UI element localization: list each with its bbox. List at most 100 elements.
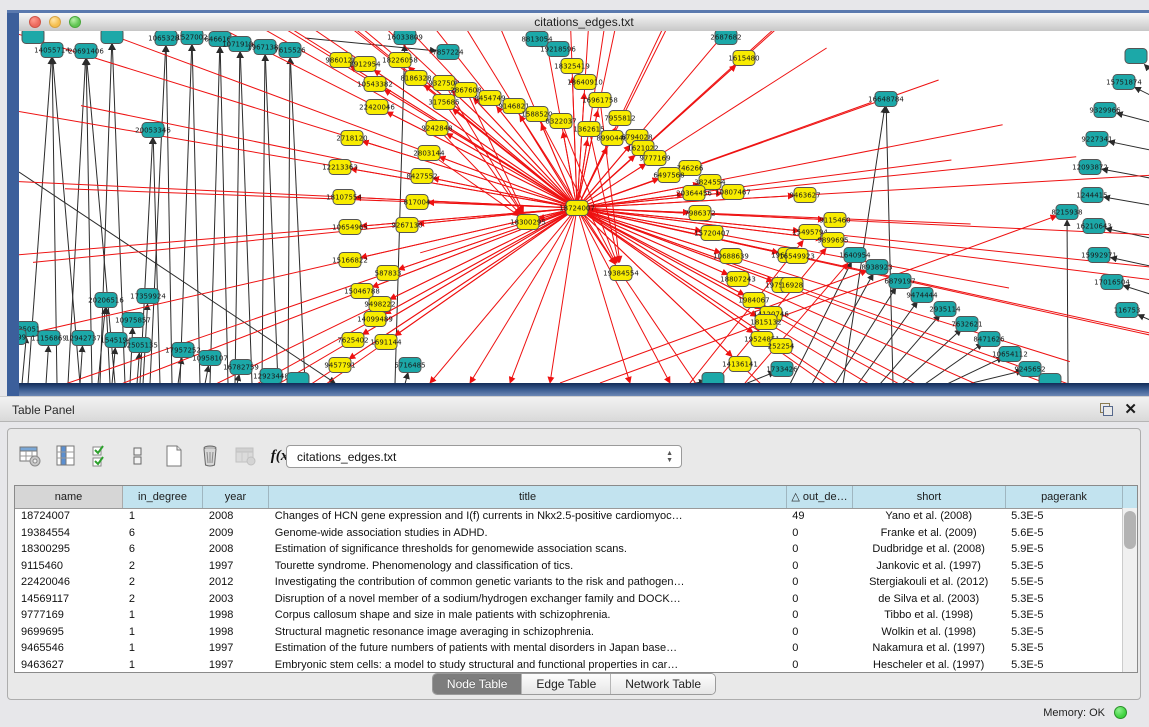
delete-table-button[interactable] [234,444,258,468]
memory-status-icon[interactable] [1114,706,1127,719]
graph-node-label: 7986372 [684,210,715,218]
graph-node-label: 17016504 [1094,279,1130,287]
table-row[interactable]: 977716911998Corpus callosum shape and si… [15,607,1122,624]
table-cell: 1997 [203,642,269,654]
table-cell: 1 [123,510,203,522]
table-cell: Wolkin et al. (1998) [852,626,1005,638]
table-row[interactable]: 1938455462009Genome-wide association stu… [15,525,1122,542]
table-options-button[interactable] [18,444,42,468]
table-row[interactable]: 911546021997Tourette syndrome. Phenomeno… [15,558,1122,575]
graph-node-label: 9115460 [819,217,850,225]
graph-node-label: 12942737 [65,335,101,343]
table-cell: 49 [786,510,852,522]
table-row[interactable]: 969969511998Structural magnetic resonanc… [15,624,1122,641]
graph-node-label: 10975857 [115,317,151,325]
column-header-short[interactable]: short [853,486,1006,508]
delete-column-button[interactable] [198,444,222,468]
graph-node-label: 1815132 [750,319,781,327]
graph-node-label: 16961758 [582,97,618,105]
table-panel-titlebar[interactable]: Table Panel ✕ [0,396,1149,422]
graph-node-label: 18226058 [382,57,418,65]
graph-node[interactable] [1039,374,1061,384]
column-header-out_de[interactable]: △ out_de… [787,486,853,508]
table-row[interactable]: 2242004622012Investigating the contribut… [15,574,1122,591]
network-canvas[interactable]: 1405571420691406106532871527002646616110… [19,31,1149,383]
table-cell: Disruption of a novel member of a sodium… [269,593,787,605]
selector-stepper-icon: ▲▼ [666,450,673,464]
graph-node-label: 9474444 [906,292,938,300]
table-row[interactable]: 946362711997Embryonic stem cells: a mode… [15,657,1122,674]
graph-node-label: 39199 [19,334,26,342]
column-header-year[interactable]: year [203,486,269,508]
graph-node-label: 12505135 [122,342,158,350]
table-cell: Investigating the contribution of common… [269,576,787,588]
table-cell: 5.3E-5 [1005,593,1122,605]
graph-node-label: 9146821 [498,103,529,111]
memory-status-label: Memory: OK [1043,707,1105,719]
window-frame-bottom [19,383,1149,396]
table-cell: Dudbridge et al. (2008) [852,543,1005,555]
table-row[interactable]: 946554611997Estimation of the future num… [15,640,1122,657]
table-cell: 1 [123,626,203,638]
table-row[interactable]: 1830029562008Estimation of significance … [15,541,1122,558]
table-cell: 1998 [203,609,269,621]
graph-node-label: 10807467 [715,189,751,197]
row-height-button[interactable] [126,444,150,468]
graph-node[interactable] [702,373,724,384]
tab-node-table[interactable]: Node Table [433,674,523,694]
graph-node[interactable] [287,373,309,384]
table-cell: Estimation of the future numbers of pati… [269,642,787,654]
table-scrollbar[interactable] [1122,508,1137,672]
table-cell: 6 [123,543,203,555]
graph-node-label: 15046788 [344,288,380,296]
graph-node-label: 5716485 [394,362,425,370]
table-cell: 5.3E-5 [1005,609,1122,621]
table-scrollbar-thumb[interactable] [1124,511,1136,549]
table-panel-title: Table Panel [12,403,75,417]
graph-node-label: 16210643 [1076,223,1112,231]
table-row[interactable]: 1456911722003Disruption of a novel membe… [15,591,1122,608]
select-rows-button[interactable] [90,444,114,468]
close-panel-icon[interactable]: ✕ [1124,400,1137,418]
network-table-selector[interactable]: citations_edges.txt ▲▼ [286,445,682,468]
new-column-button[interactable] [162,444,186,468]
column-header-in_degree[interactable]: in_degree [123,486,203,508]
graph-node-label: 9267130 [391,222,422,230]
graph-node-label: 6879197 [884,278,915,286]
table-cell: Stergiakouli et al. (2012) [852,576,1005,588]
graph-node-label: 12093872 [1072,164,1108,172]
table-cell: 5.3E-5 [1005,626,1122,638]
graph-node-label: 14136141 [722,361,758,369]
graph-node-label: 14055714 [34,47,70,55]
window-titlebar[interactable]: citations_edges.txt [19,13,1149,32]
graph-node-label: 19218596 [540,46,576,54]
show-columns-button[interactable] [54,444,78,468]
table-cell: 5.3E-5 [1005,510,1122,522]
column-header-pagerank[interactable]: pagerank [1006,486,1123,508]
tab-network-table[interactable]: Network Table [611,674,715,694]
tab-edge-table[interactable]: Edge Table [522,674,611,694]
graph-node-label: 10688639 [713,253,749,261]
graph-node[interactable] [1125,49,1147,64]
graph-node-label: 15166822 [332,257,368,265]
graph-node[interactable] [22,31,44,44]
graph-node-label: 8215938 [1051,209,1082,217]
graph-node-label: 7632621 [951,321,982,329]
graph-node-label: 2803144 [413,150,445,158]
table-cell: Franke et al. (2009) [852,527,1005,539]
table-row[interactable]: 1872400712008Changes of HCN gene express… [15,508,1122,525]
graph-node-label: 9498222 [364,301,395,309]
graph-node-label: 10654112 [992,351,1028,359]
table-cell: 18724007 [15,510,123,522]
table-cell: 2 [123,560,203,572]
graph-node[interactable] [101,31,123,44]
column-header-name[interactable]: name [15,486,123,508]
table-cell: Nakamura et al. (1997) [852,642,1005,654]
table-cell: 0 [786,626,852,638]
graph-node-label: 10958107 [192,355,228,363]
table-cell: 5.5E-5 [1005,576,1122,588]
graph-node-label: 2687682 [710,34,741,42]
column-header-title[interactable]: title [269,486,787,508]
float-panel-icon[interactable] [1100,403,1113,416]
table-cell: Corpus callosum shape and size in male p… [269,609,787,621]
